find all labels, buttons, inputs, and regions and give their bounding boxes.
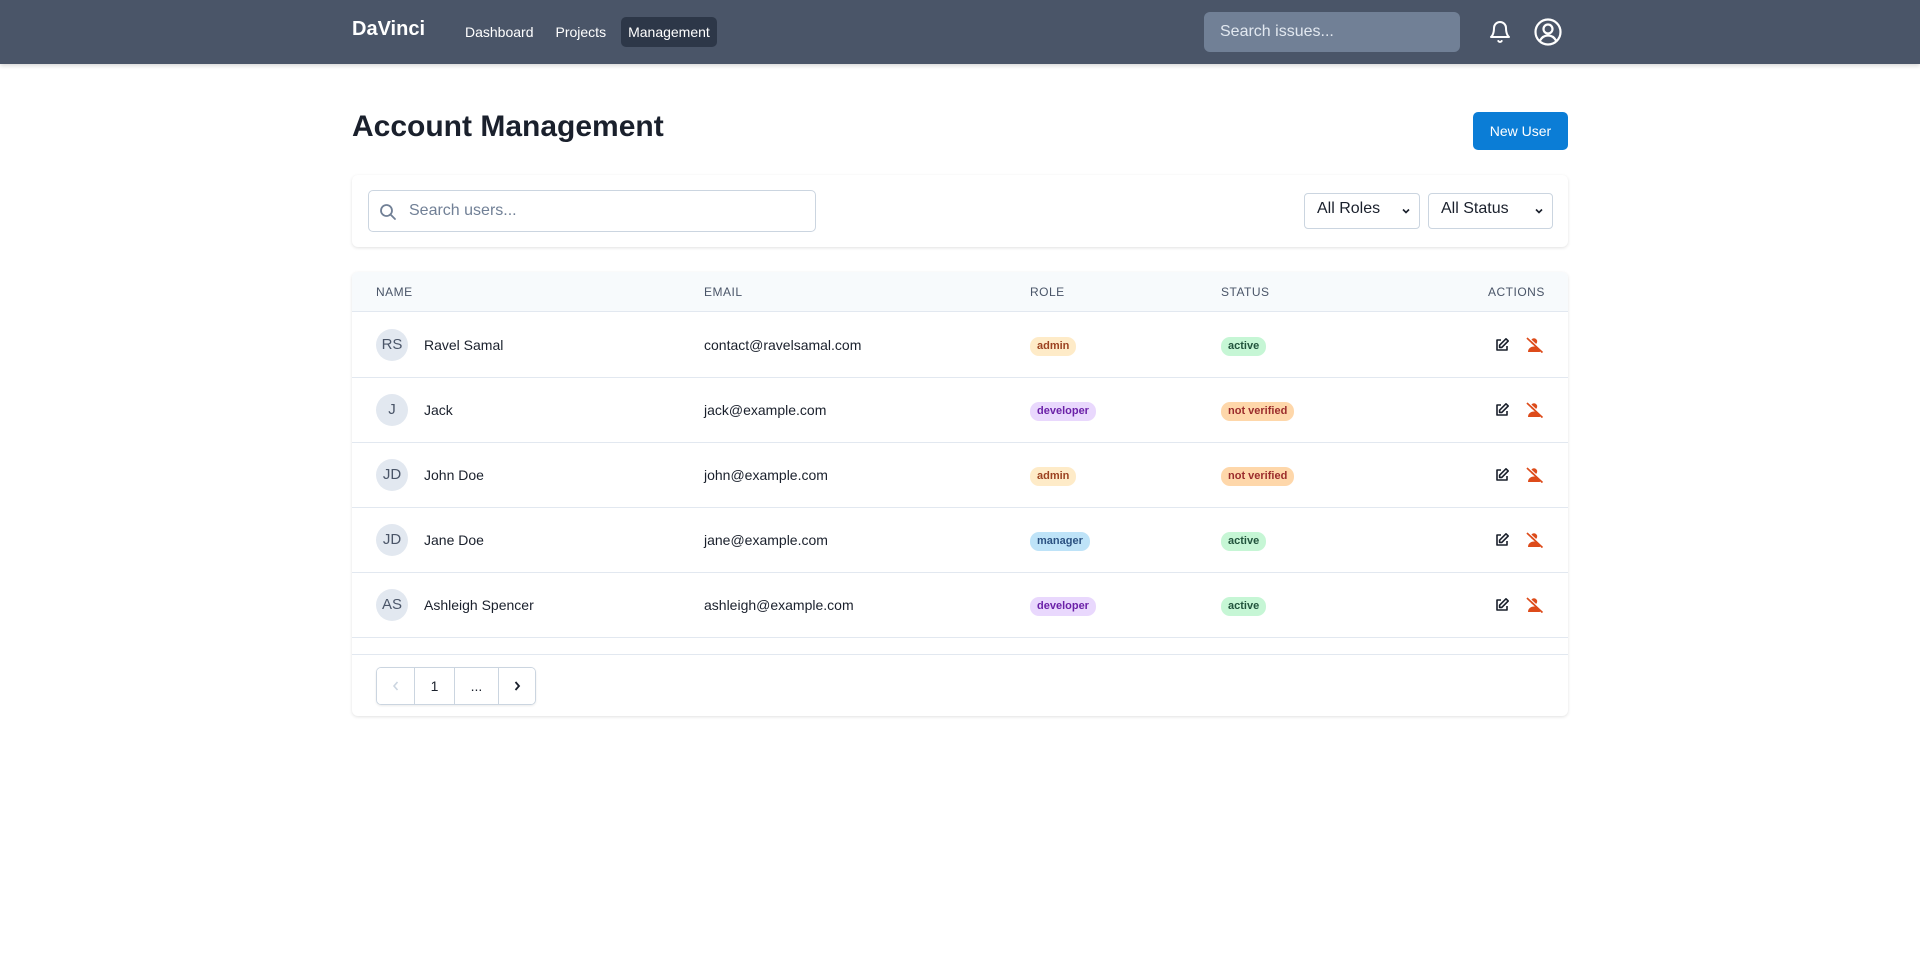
user-search-box[interactable]: [368, 190, 816, 232]
chevron-right-icon: [514, 681, 521, 691]
edit-icon[interactable]: [1494, 597, 1510, 613]
avatar: AS: [376, 589, 408, 621]
role-badge: admin: [1030, 467, 1077, 486]
chevron-left-icon: [392, 681, 398, 691]
header-email[interactable]: EMAIL: [704, 285, 743, 299]
user-name: John Doe: [424, 467, 484, 483]
role-badge: admin: [1030, 337, 1077, 356]
user-name: Ravel Samal: [424, 337, 504, 353]
table-header: NAME EMAIL ROLE STATUS ACTIONS: [352, 272, 1568, 312]
issue-search-input[interactable]: [1204, 12, 1460, 52]
pagination: 1 ...: [376, 667, 536, 705]
nav-item-management[interactable]: Management: [621, 17, 717, 47]
status-badge: not verified: [1221, 402, 1295, 421]
table-row: JD Jane Doe jane@example.com manager active: [352, 508, 1568, 573]
table-row: J Jack jack@example.com developer not verifi…: [352, 378, 1568, 443]
status-filter-value: All Status: [1441, 200, 1509, 217]
nav-item-dashboard[interactable]: Dashboard: [458, 17, 541, 47]
new-user-button[interactable]: New User: [1473, 112, 1568, 150]
user-email: jane@example.com: [704, 532, 828, 548]
user-search-input[interactable]: [409, 191, 809, 231]
user-circle-icon[interactable]: [1533, 17, 1563, 47]
users-table: NAME EMAIL ROLE STATUS ACTIONS RS Ravel S…: [352, 272, 1568, 716]
user-name: Jane Doe: [424, 532, 484, 548]
status-filter-select[interactable]: All Status: [1428, 193, 1553, 229]
status-badge: active: [1221, 597, 1267, 616]
page-1-button[interactable]: 1: [415, 668, 455, 704]
user-email: john@example.com: [704, 467, 828, 483]
user-name: Jack: [424, 402, 453, 418]
page-title: Account Management: [352, 110, 664, 143]
bell-icon[interactable]: [1488, 20, 1512, 44]
remove-user-icon[interactable]: [1526, 402, 1544, 418]
edit-icon[interactable]: [1494, 402, 1510, 418]
header-actions: ACTIONS: [1488, 285, 1545, 299]
role-filter-value: All Roles: [1317, 200, 1381, 217]
table-row: JD John Doe john@example.com admin not verif…: [352, 443, 1568, 508]
user-email: contact@ravelsamal.com: [704, 337, 862, 353]
role-badge: developer: [1030, 402, 1096, 421]
main-nav: Dashboard Projects Management: [458, 17, 717, 47]
remove-user-icon[interactable]: [1526, 467, 1544, 483]
user-email: ashleigh@example.com: [704, 597, 854, 613]
prev-page-button[interactable]: [377, 668, 415, 704]
status-badge: active: [1221, 337, 1267, 356]
filter-bar: All Roles All Status: [352, 175, 1568, 247]
remove-user-icon[interactable]: [1526, 597, 1544, 613]
avatar: J: [376, 394, 408, 426]
chevron-down-icon: [1402, 208, 1410, 214]
edit-icon[interactable]: [1494, 467, 1510, 483]
remove-user-icon[interactable]: [1526, 532, 1544, 548]
remove-user-icon[interactable]: [1526, 337, 1544, 353]
header-status[interactable]: STATUS: [1221, 285, 1270, 299]
header-role[interactable]: ROLE: [1030, 285, 1065, 299]
search-icon: [380, 204, 396, 220]
user-email: jack@example.com: [704, 402, 827, 418]
brand-logo[interactable]: DaVinci: [352, 18, 425, 41]
avatar: JD: [376, 459, 408, 491]
status-badge: not verified: [1221, 467, 1295, 486]
next-page-button[interactable]: [499, 668, 535, 704]
header-name[interactable]: NAME: [376, 285, 413, 299]
role-badge: developer: [1030, 597, 1096, 616]
edit-icon[interactable]: [1494, 337, 1510, 353]
role-badge: manager: [1030, 532, 1090, 551]
edit-icon[interactable]: [1494, 532, 1510, 548]
pagination-bar: 1 ...: [352, 654, 1568, 716]
table-row: AS Ashleigh Spencer ashleigh@example.com de…: [352, 573, 1568, 638]
role-filter-select[interactable]: All Roles: [1304, 193, 1420, 229]
nav-item-projects[interactable]: Projects: [549, 17, 614, 47]
top-navbar: DaVinci Dashboard Projects Management: [0, 0, 1920, 64]
user-name: Ashleigh Spencer: [424, 597, 534, 613]
table-row: RS Ravel Samal contact@ravelsamal.com admin…: [352, 313, 1568, 378]
chevron-down-icon: [1535, 208, 1543, 214]
avatar: RS: [376, 329, 408, 361]
status-badge: active: [1221, 532, 1267, 551]
pagination-ellipsis[interactable]: ...: [455, 668, 499, 704]
avatar: JD: [376, 524, 408, 556]
